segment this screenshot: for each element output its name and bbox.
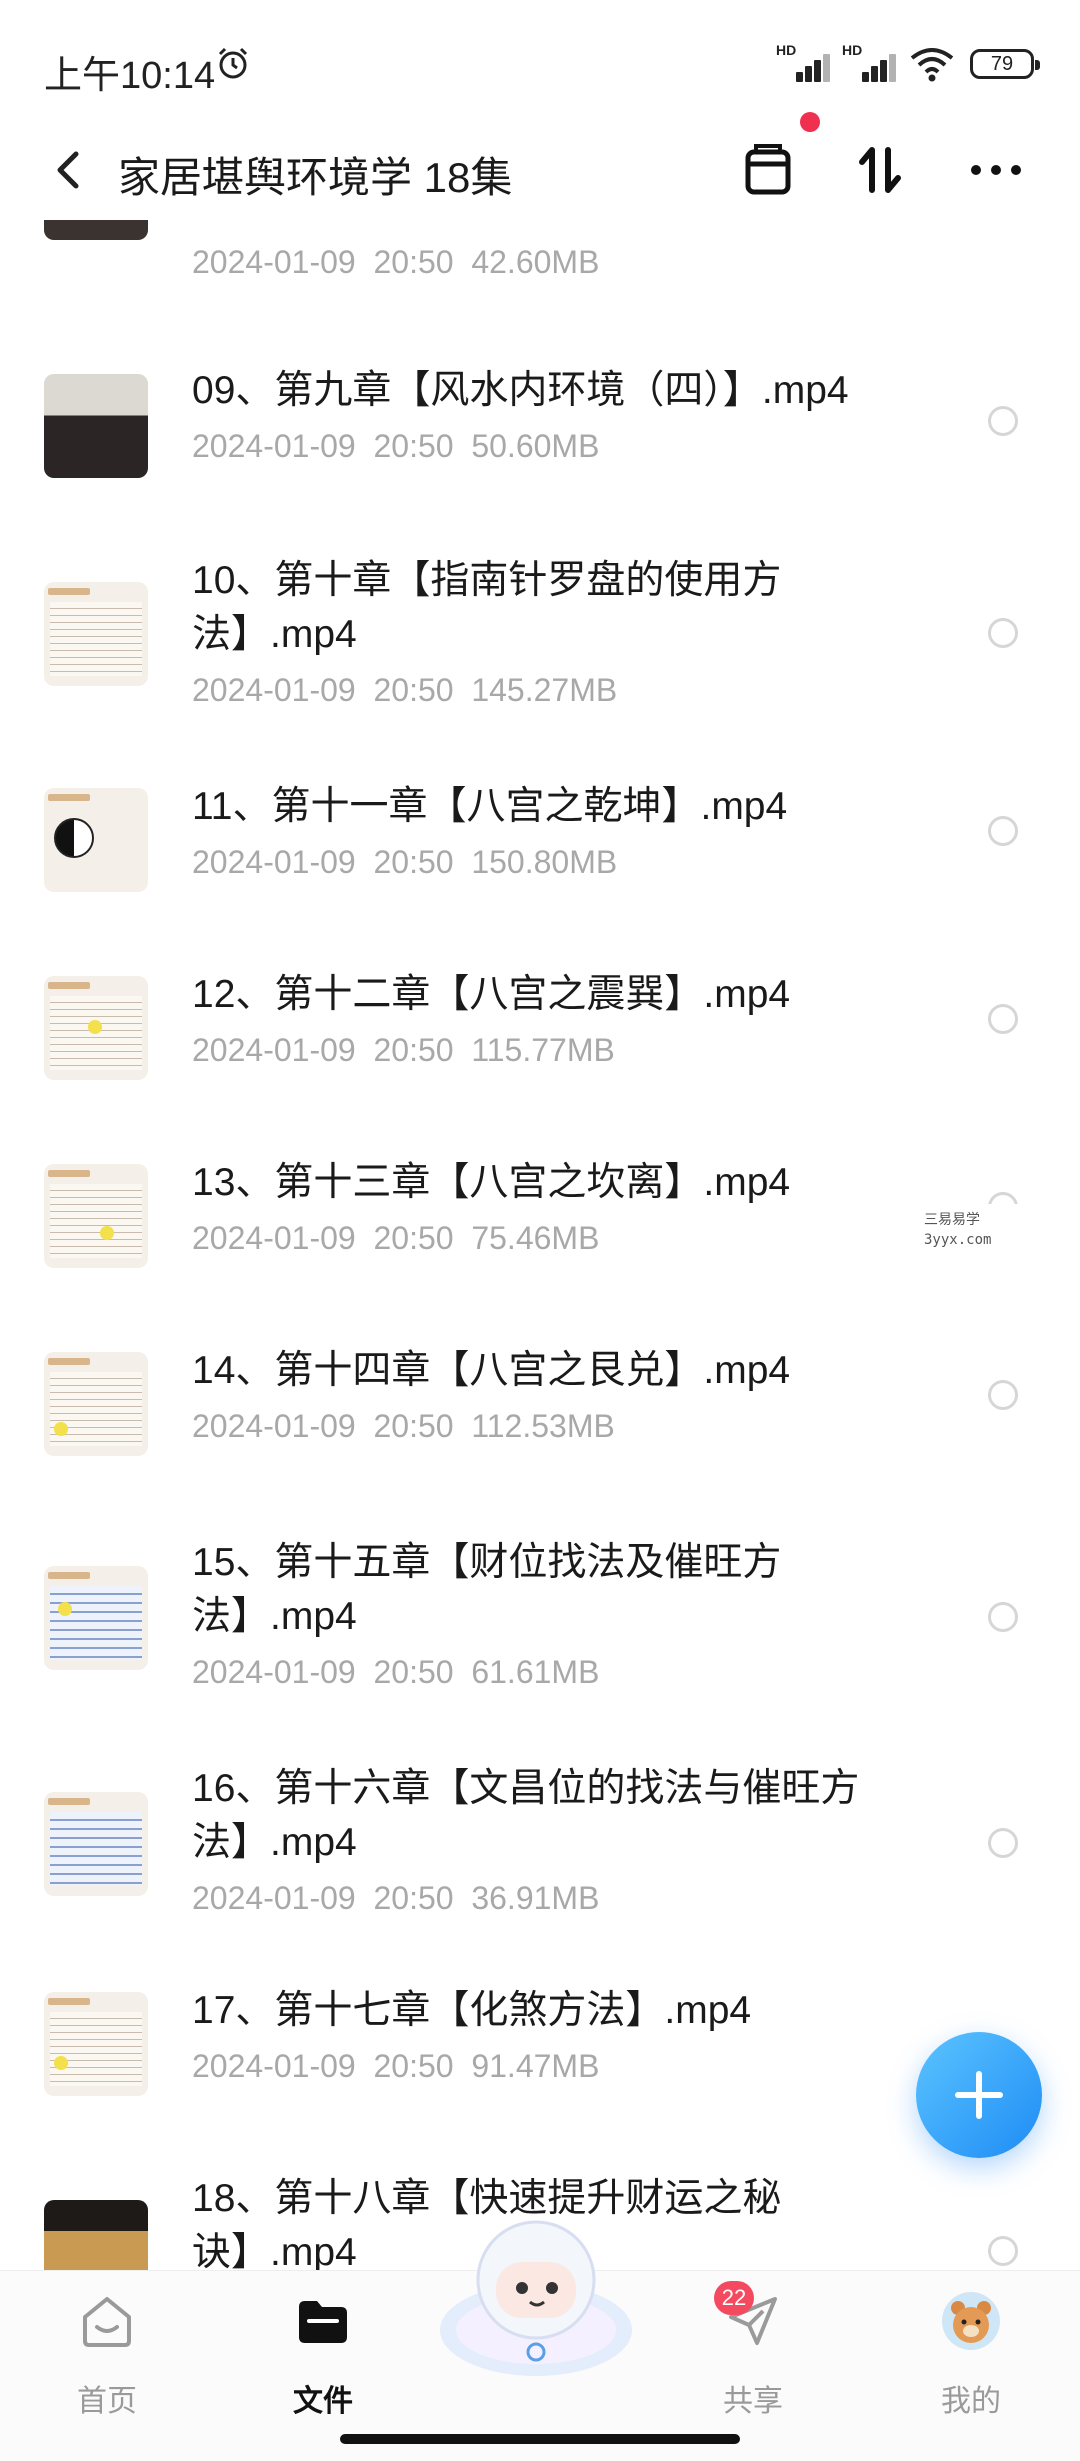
- notification-dot: [800, 112, 820, 132]
- folder-icon: [299, 2301, 347, 2343]
- more-icon[interactable]: [964, 138, 1028, 202]
- avatar-icon: [942, 2292, 1000, 2350]
- select-radio[interactable]: [988, 618, 1018, 648]
- file-name: 16、第十六章【文昌位的找法与催旺方法】.mp4: [192, 1767, 860, 1864]
- status-bar: 上午10:14 HD HD 79: [0, 0, 1080, 120]
- select-radio[interactable]: [988, 1828, 1018, 1858]
- video-thumbnail: [44, 1566, 148, 1670]
- file-meta: 2024-01-09 20:50 145.27MB: [192, 672, 618, 708]
- video-thumbnail: [44, 374, 148, 478]
- file-meta: 2024-01-09 20:50 61.61MB: [192, 1654, 600, 1690]
- video-thumbnail: [44, 1164, 148, 1268]
- file-meta: 2024-01-09 20:50 115.77MB: [192, 1032, 615, 1068]
- add-button[interactable]: [916, 2032, 1042, 2158]
- file-meta: 2024-01-09 20:50 50.60MB: [192, 428, 600, 464]
- sort-icon[interactable]: [848, 138, 912, 202]
- home-icon: [83, 2297, 131, 2347]
- share-badge: 22: [714, 2281, 754, 2315]
- select-radio[interactable]: [988, 2236, 1018, 2266]
- select-radio[interactable]: [988, 816, 1018, 846]
- wifi-icon: [910, 48, 954, 82]
- file-name: 13、第十三章【八宫之坎离】.mp4: [192, 1161, 791, 1204]
- file-meta: 2024-01-09 20:50 42.60MB: [192, 244, 600, 280]
- file-name: 10、第十章【指南针罗盘的使用方法】.mp4: [192, 559, 782, 656]
- video-thumbnail: [44, 1792, 148, 1896]
- select-radio[interactable]: [988, 1380, 1018, 1410]
- tab-mine[interactable]: 我的: [896, 2291, 1046, 2420]
- battery-icon: 79: [970, 49, 1040, 79]
- video-thumbnail: [44, 2200, 148, 2270]
- signal-icon: HD: [842, 42, 896, 84]
- tab-files[interactable]: 文件: [248, 2291, 398, 2420]
- file-meta: 2024-01-09 20:50 150.80MB: [192, 844, 618, 880]
- signal-icon: HD: [776, 42, 830, 84]
- page-header: 家居堪舆环境学 18集: [0, 120, 1080, 220]
- file-name: 17、第十七章【化煞方法】.mp4: [192, 1989, 752, 2032]
- video-thumbnail: [44, 582, 148, 686]
- video-thumbnail: [44, 976, 148, 1080]
- watermark: 三易易学 3yyx.com: [916, 1204, 1080, 1252]
- file-name: 14、第十四章【八宫之艮兑】.mp4: [192, 1349, 791, 1392]
- file-meta: 2024-01-09 20:50 36.91MB: [192, 1880, 600, 1916]
- alarm-icon: [218, 47, 248, 79]
- video-thumbnail: [44, 1992, 148, 2096]
- select-radio[interactable]: [988, 1602, 1018, 1632]
- archive-icon[interactable]: [736, 138, 800, 202]
- page-title: 家居堪舆环境学 18集: [118, 154, 513, 201]
- file-name: 11、第十一章【八宫之乾坤】.mp4: [192, 785, 788, 828]
- tab-home[interactable]: 首页: [32, 2291, 182, 2420]
- file-meta: 2024-01-09 20:50 91.47MB: [192, 2048, 600, 2084]
- file-meta: 2024-01-09 20:50 112.53MB: [192, 1408, 615, 1444]
- file-meta: 2024-01-09 20:50 75.46MB: [192, 1220, 600, 1256]
- select-radio[interactable]: [988, 406, 1018, 436]
- file-name: 15、第十五章【财位找法及催旺方法】.mp4: [192, 1541, 782, 1638]
- video-thumbnail: [44, 788, 148, 892]
- video-thumbnail: [44, 1352, 148, 1456]
- mascot-icon[interactable]: [430, 2210, 642, 2390]
- select-radio[interactable]: [988, 1004, 1018, 1034]
- file-name: 09、第九章【风水内环境（四）】.mp4: [192, 369, 849, 412]
- clock: 上午10:14: [44, 55, 216, 97]
- back-icon[interactable]: [48, 146, 88, 194]
- home-indicator: [340, 2434, 740, 2444]
- file-name: 12、第十二章【八宫之震巽】.mp4: [192, 973, 791, 1016]
- tab-share[interactable]: 22 共享: [678, 2281, 828, 2420]
